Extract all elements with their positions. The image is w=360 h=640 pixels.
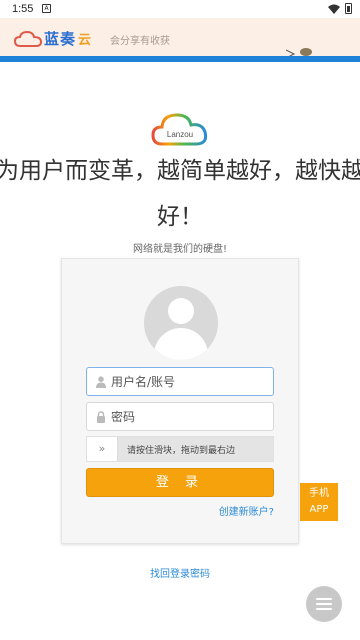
mobile-app-button[interactable]: 手机 APP: [300, 483, 338, 521]
slider-hint: 请按住滑块，拖动到最右边: [127, 446, 236, 456]
avatar: [144, 286, 218, 360]
battery-icon: [345, 3, 352, 14]
status-bar: 1:55 A: [0, 0, 360, 18]
wifi-icon: [328, 4, 340, 14]
headline-line-1: 为用户而变革，越简单越好，越快越: [0, 158, 360, 184]
username-input[interactable]: [111, 368, 271, 395]
app-tag-line-1: 手机: [309, 488, 329, 499]
register-link[interactable]: 创建新账户?: [219, 503, 274, 518]
banner-logo: 蓝奏 云: [14, 28, 91, 49]
login-button[interactable]: 登 录: [86, 468, 274, 497]
forgot-password-label[interactable]: 找回登录密码: [150, 569, 210, 580]
menu-icon[interactable]: [306, 586, 342, 622]
login-card: » 请按住滑块，拖动到最右边 登 录 创建新账户?: [61, 258, 299, 544]
banner-brand-suffix: 云: [78, 33, 92, 48]
banner-stripe: [0, 56, 360, 62]
notification-icon: A: [42, 4, 51, 13]
banner-brand: 蓝奏: [44, 31, 77, 48]
forgot-password-link[interactable]: 找回登录密码: [0, 565, 360, 580]
subline: 网络就是我们的硬盘!: [132, 244, 227, 255]
password-input[interactable]: [111, 403, 271, 430]
headline: 为用户而变革，越简单越好，越快越 好！: [0, 148, 360, 240]
status-icons: [328, 3, 352, 14]
headline-line-2: 好！: [157, 204, 203, 230]
user-icon: [96, 376, 106, 388]
lanzou-cloud-logo-icon: Lanzou: [151, 113, 208, 146]
banner-slogan: 会分享有收获: [110, 36, 170, 47]
verify-slider[interactable]: » 请按住滑块，拖动到最右边: [86, 436, 274, 462]
lock-icon: [97, 411, 105, 423]
slider-handle[interactable]: »: [87, 437, 118, 461]
password-field[interactable]: [86, 402, 274, 431]
status-time: 1:55: [12, 3, 34, 15]
cloud-icon: [14, 30, 42, 47]
top-banner[interactable]: 蓝奏 云 会分享有收获: [0, 18, 360, 62]
logo-text: Lanzou: [167, 130, 193, 139]
username-field[interactable]: [86, 367, 274, 396]
app-tag-line-2: APP: [309, 504, 329, 515]
